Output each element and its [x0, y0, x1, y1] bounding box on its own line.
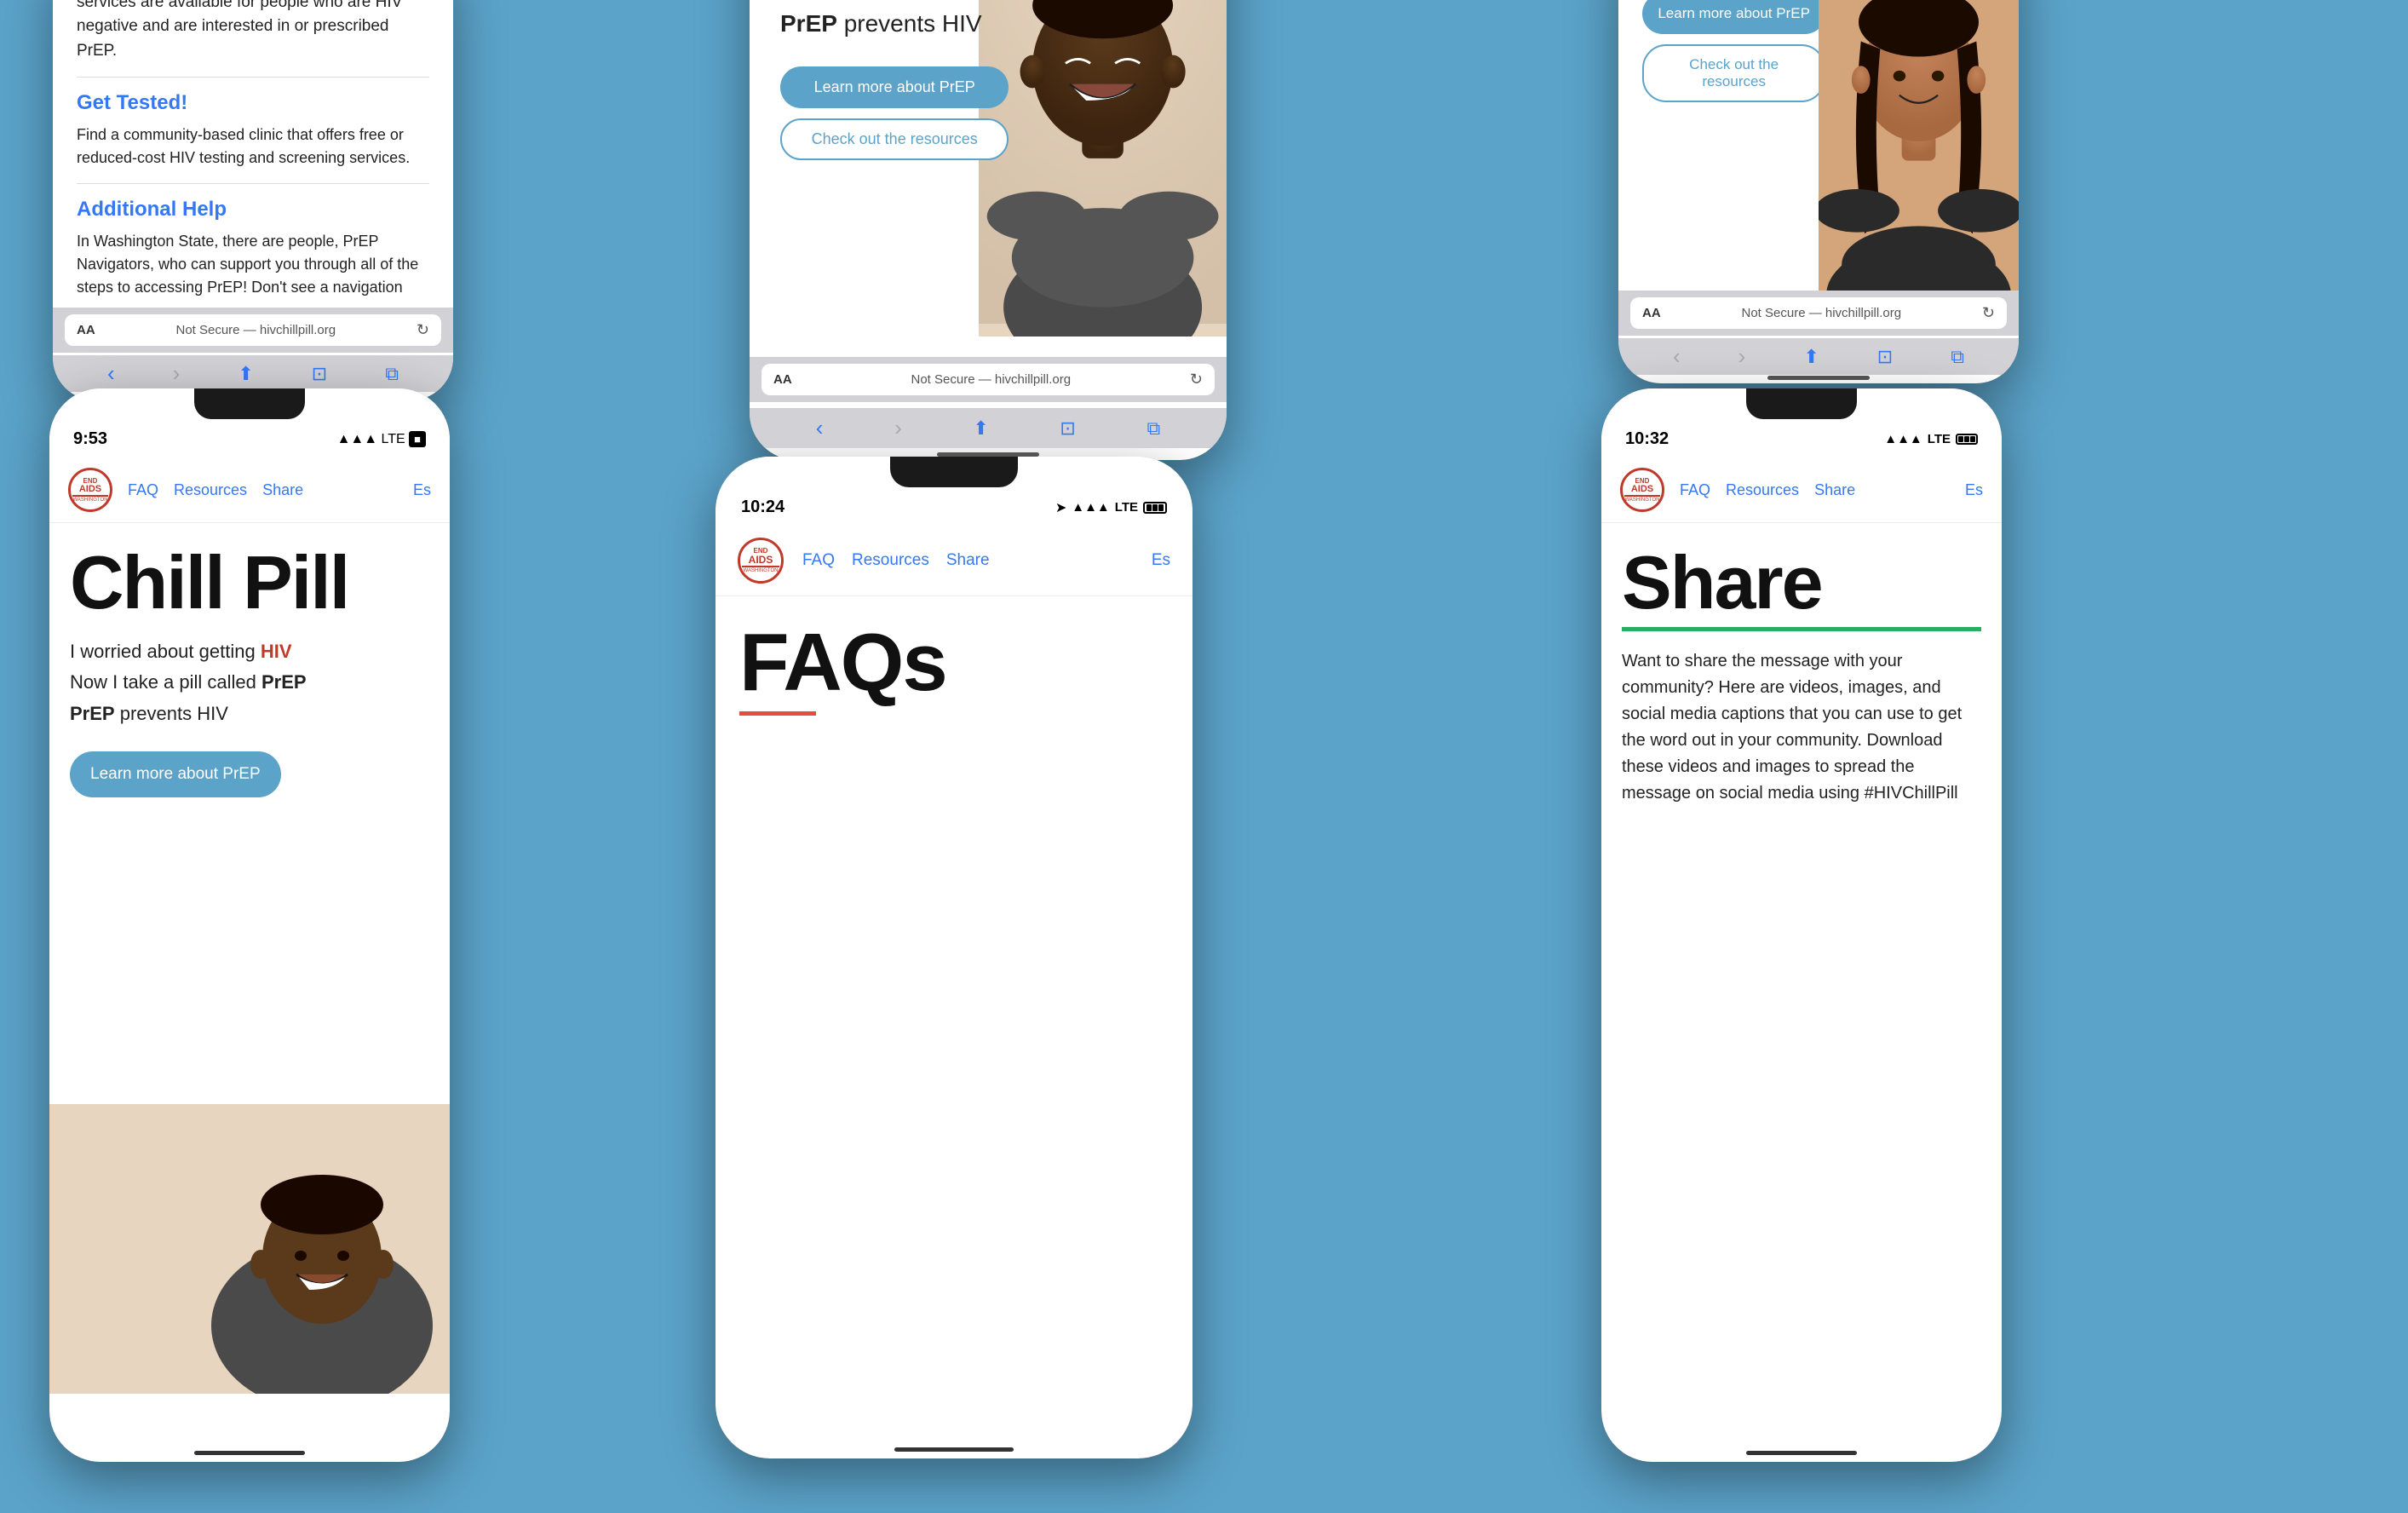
reload-icon[interactable]: ↻ — [417, 321, 429, 339]
hero-headline-center: Now I take a pill called PrEP PrEP preve… — [780, 0, 1009, 41]
forward-button[interactable]: › — [173, 360, 181, 387]
additional-help-text: In Washington State, there are people, P… — [77, 230, 429, 299]
faqs-divider — [739, 711, 816, 716]
status-time-bc: 10:24 — [741, 498, 784, 517]
forward-btn-right[interactable]: › — [1738, 343, 1746, 370]
status-time-br: 10:32 — [1625, 429, 1669, 449]
phone-bottom-left: 9:53 ▲▲▲ LTE ■ END AIDS WASHINGTON FAQ R… — [49, 388, 450, 1462]
end-aids-logo-bl: END AIDS WASHINGTON — [68, 468, 112, 512]
browser-url-right: Not Secure — hivchillpill.org — [1742, 306, 1902, 320]
signal-br: ▲▲▲ — [1884, 432, 1922, 446]
tabs-btn-center[interactable]: ⧉ — [1147, 417, 1160, 440]
tabs-btn-right[interactable]: ⧉ — [1951, 346, 1964, 368]
chill-pill-headline: Chill Pill — [70, 547, 429, 618]
signal-bc: ▲▲▲ — [1072, 500, 1110, 515]
learn-more-prep-btn-center[interactable]: Learn more about PrEP — [780, 66, 1009, 108]
nav-share-br[interactable]: Share — [1814, 481, 1855, 499]
share-btn-center[interactable]: ⬆ — [973, 417, 988, 440]
learn-more-prep-btn-right[interactable]: Learn more about PrEP — [1642, 0, 1825, 34]
browser-url-center: Not Secure — hivchillpill.org — [911, 372, 1072, 387]
location-icon-bc: ➤ — [1055, 499, 1066, 516]
faqs-headline: FAQs — [739, 624, 1169, 701]
browser-url-display: Not Secure — hivchillpill.org — [175, 323, 336, 337]
check-resources-btn-right[interactable]: Check out the resources — [1642, 44, 1825, 102]
phone-top-right: PrEP prevents HIV Learn more about PrEP … — [1618, 0, 2019, 383]
person-image-bl — [49, 1104, 450, 1394]
nav-es-bl[interactable]: Es — [413, 481, 431, 499]
phone-top-left: Programs to help pay for PrEP and PrEP s… — [53, 0, 453, 400]
additional-help-heading: Additional Help — [77, 198, 429, 221]
learn-more-prep-btn-bl[interactable]: Learn more about PrEP — [70, 751, 281, 797]
get-tested-text: Find a community-based clinic that offer… — [77, 124, 429, 170]
get-tested-heading: Get Tested! — [77, 91, 429, 115]
lte-br: LTE — [1928, 432, 1951, 446]
nav-resources-br[interactable]: Resources — [1726, 481, 1799, 499]
browser-aa: AA — [77, 323, 95, 337]
forward-btn-center[interactable]: › — [894, 415, 902, 441]
nav-resources-bc[interactable]: Resources — [852, 551, 929, 570]
back-btn-right[interactable]: ‹ — [1673, 343, 1681, 370]
nav-share-bc[interactable]: Share — [946, 551, 990, 570]
tagline-2: Now I take a pill called PrEP — [70, 670, 429, 696]
person-image-right — [1819, 0, 2019, 320]
prep-help-text: Programs to help pay for PrEP and PrEP s… — [77, 0, 429, 63]
reload-icon-right[interactable]: ↻ — [1982, 304, 1995, 322]
browser-aa-right: AA — [1642, 306, 1661, 320]
share-body-text: Want to share the message with your comm… — [1622, 648, 1981, 807]
end-aids-logo-bc: END AIDS WASHINGTON — [738, 538, 784, 584]
nav-es-bc[interactable]: Es — [1152, 551, 1170, 570]
nav-share-bl[interactable]: Share — [262, 481, 303, 499]
back-button[interactable]: ‹ — [107, 360, 115, 387]
bookmarks-btn-right[interactable]: ⊡ — [1877, 346, 1893, 368]
browser-aa-center: AA — [773, 372, 792, 387]
phone-bottom-right: 10:32 ▲▲▲ LTE END AIDS WASHINGTON FAQ Re… — [1601, 388, 2002, 1462]
status-time-bl: 9:53 — [73, 429, 107, 449]
nav-faq-br[interactable]: FAQ — [1680, 481, 1710, 499]
reload-icon-center[interactable]: ↻ — [1190, 371, 1203, 388]
bookmarks-btn-center[interactable]: ⊡ — [1060, 417, 1075, 440]
tagline-3: PrEP prevents HIV — [70, 701, 429, 728]
divider-1 — [77, 77, 429, 78]
nav-faq-bl[interactable]: FAQ — [128, 481, 158, 499]
nav-resources-bl[interactable]: Resources — [174, 481, 247, 499]
tagline-1: I worried about getting HIV — [70, 639, 429, 665]
nav-faq-bc[interactable]: FAQ — [802, 551, 835, 570]
phone-bottom-center: 10:24 ➤ ▲▲▲ LTE END AIDS WASHINGTON FAQ — [716, 457, 1193, 1458]
share-button[interactable]: ⬆ — [238, 363, 253, 385]
status-icons-bl: ▲▲▲ LTE ■ — [337, 432, 426, 447]
share-divider — [1622, 627, 1981, 631]
check-resources-btn-center[interactable]: Check out the resources — [780, 118, 1009, 160]
share-headline: Share — [1622, 547, 1981, 618]
nav-es-br[interactable]: Es — [1965, 481, 1983, 499]
bookmarks-button[interactable]: ⊡ — [312, 363, 327, 385]
end-aids-logo-br: END AIDS WASHINGTON — [1620, 468, 1664, 512]
lte-bc: LTE — [1115, 500, 1138, 515]
tabs-button[interactable]: ⧉ — [385, 363, 399, 385]
back-btn-center[interactable]: ‹ — [816, 415, 824, 441]
divider-2 — [77, 183, 429, 184]
share-btn-right[interactable]: ⬆ — [1803, 346, 1819, 368]
phone-top-center: Now I take a pill called PrEP PrEP preve… — [750, 0, 1227, 460]
